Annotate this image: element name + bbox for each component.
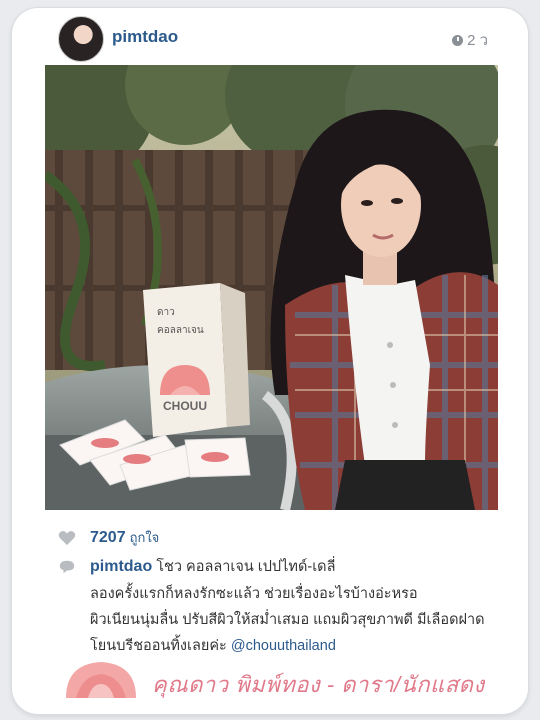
- post-time: 2 ว: [452, 28, 488, 52]
- caption-line-3: ผิวเนียนนุ่มลื่น ปรับสีผิวให้สม่ำเสมอ แถ…: [90, 612, 485, 628]
- post-photo[interactable]: ดาว คอลลาเจน CHOUU: [45, 65, 498, 510]
- footer-caption: คุณดาว พิมพ์ทอง - ดารา/นักแสดง: [152, 672, 485, 697]
- svg-text:ดาว: ดาว: [157, 307, 175, 318]
- caption-line-2: ลองครั้งแรกก็หลงรักซะแล้ว ช่วยเรื่องอะไร…: [90, 586, 418, 602]
- mention-link[interactable]: @chouuthailand: [231, 638, 336, 654]
- post-header: pimtdao 2 ว: [12, 8, 528, 64]
- likes-number: 7207: [90, 529, 126, 546]
- clock-icon: [452, 35, 464, 46]
- heart-icon[interactable]: [58, 530, 76, 546]
- username[interactable]: pimtdao: [112, 27, 178, 47]
- caption-text-1: โชว คอลลาเจน เปปไทด์-เดลี่: [156, 559, 336, 575]
- likes-count[interactable]: 7207 ถูกใจ: [90, 527, 159, 548]
- caption-line-1: pimtdao โชว คอลลาเจน เปปไทด์-เดลี่: [90, 555, 335, 578]
- caption-username[interactable]: pimtdao: [90, 558, 152, 575]
- svg-text:คอลลาเจน: คอลลาเจน: [157, 325, 204, 336]
- caption-text-4: โยนบรีชออนทิ้งเลยค่ะ: [90, 638, 231, 654]
- likes-label: ถูกใจ: [129, 530, 160, 545]
- svg-text:CHOUU: CHOUU: [163, 399, 207, 413]
- photo-illustration: ดาว คอลลาเจน CHOUU: [45, 65, 498, 510]
- caption-line-4: โยนบรีชออนทิ้งเลยค่ะ @chouuthailand: [90, 634, 336, 657]
- time-ago: 2 ว: [467, 32, 488, 49]
- comment-icon[interactable]: [58, 559, 76, 575]
- post-card: pimtdao 2 ว ดาว คอลลาเจน CHOUU 7207 ถูกใ…: [12, 8, 528, 714]
- flower-logo-icon: [66, 662, 136, 698]
- avatar[interactable]: [58, 16, 104, 62]
